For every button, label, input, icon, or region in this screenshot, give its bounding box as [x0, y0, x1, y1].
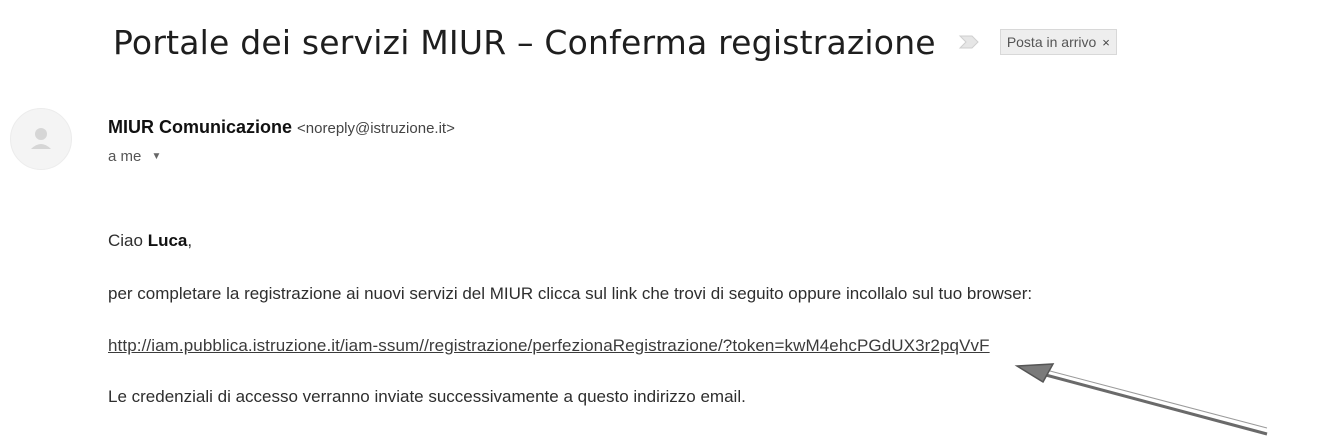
greeting-name: Luca	[147, 231, 188, 250]
show-details-caret-icon[interactable]: ▼	[152, 151, 162, 162]
email-subject: Portale dei servizi MIUR – Conferma regi…	[113, 22, 936, 62]
greeting-line: Ciao Luca,	[108, 231, 192, 251]
sender-line: MIUR Comunicazione <noreply@istruzione.i…	[108, 117, 455, 138]
sender-name: MIUR Comunicazione	[108, 117, 293, 137]
recipient-text: a me	[108, 148, 142, 165]
label-chip-inbox: Posta in arrivo ×	[999, 29, 1117, 55]
sender-email: <noreply@istruzione.it>	[297, 120, 455, 137]
sender-avatar-icon	[10, 108, 72, 170]
body-paragraph-instructions: per completare la registrazione ai nuovi…	[108, 284, 1033, 303]
email-header: Portale dei servizi MIUR – Conferma regi…	[113, 14, 1117, 70]
greeting-suffix: ,	[187, 231, 193, 250]
importance-marker-icon[interactable]	[958, 34, 982, 50]
annotation-arrow	[1014, 363, 1268, 436]
greeting-prefix: Ciao	[108, 231, 148, 250]
body-paragraph-credentials: Le credenziali di accesso verranno invia…	[108, 387, 746, 406]
label-chip-text: Posta in arrivo	[1006, 34, 1097, 50]
confirmation-link[interactable]: http://iam.pubblica.istruzione.it/iam-ss…	[108, 336, 990, 355]
confirmation-link-line: http://iam.pubblica.istruzione.it/iam-ss…	[108, 336, 990, 356]
remove-label-icon[interactable]: ×	[1102, 35, 1110, 50]
recipient-line: a me ▼	[108, 148, 161, 165]
